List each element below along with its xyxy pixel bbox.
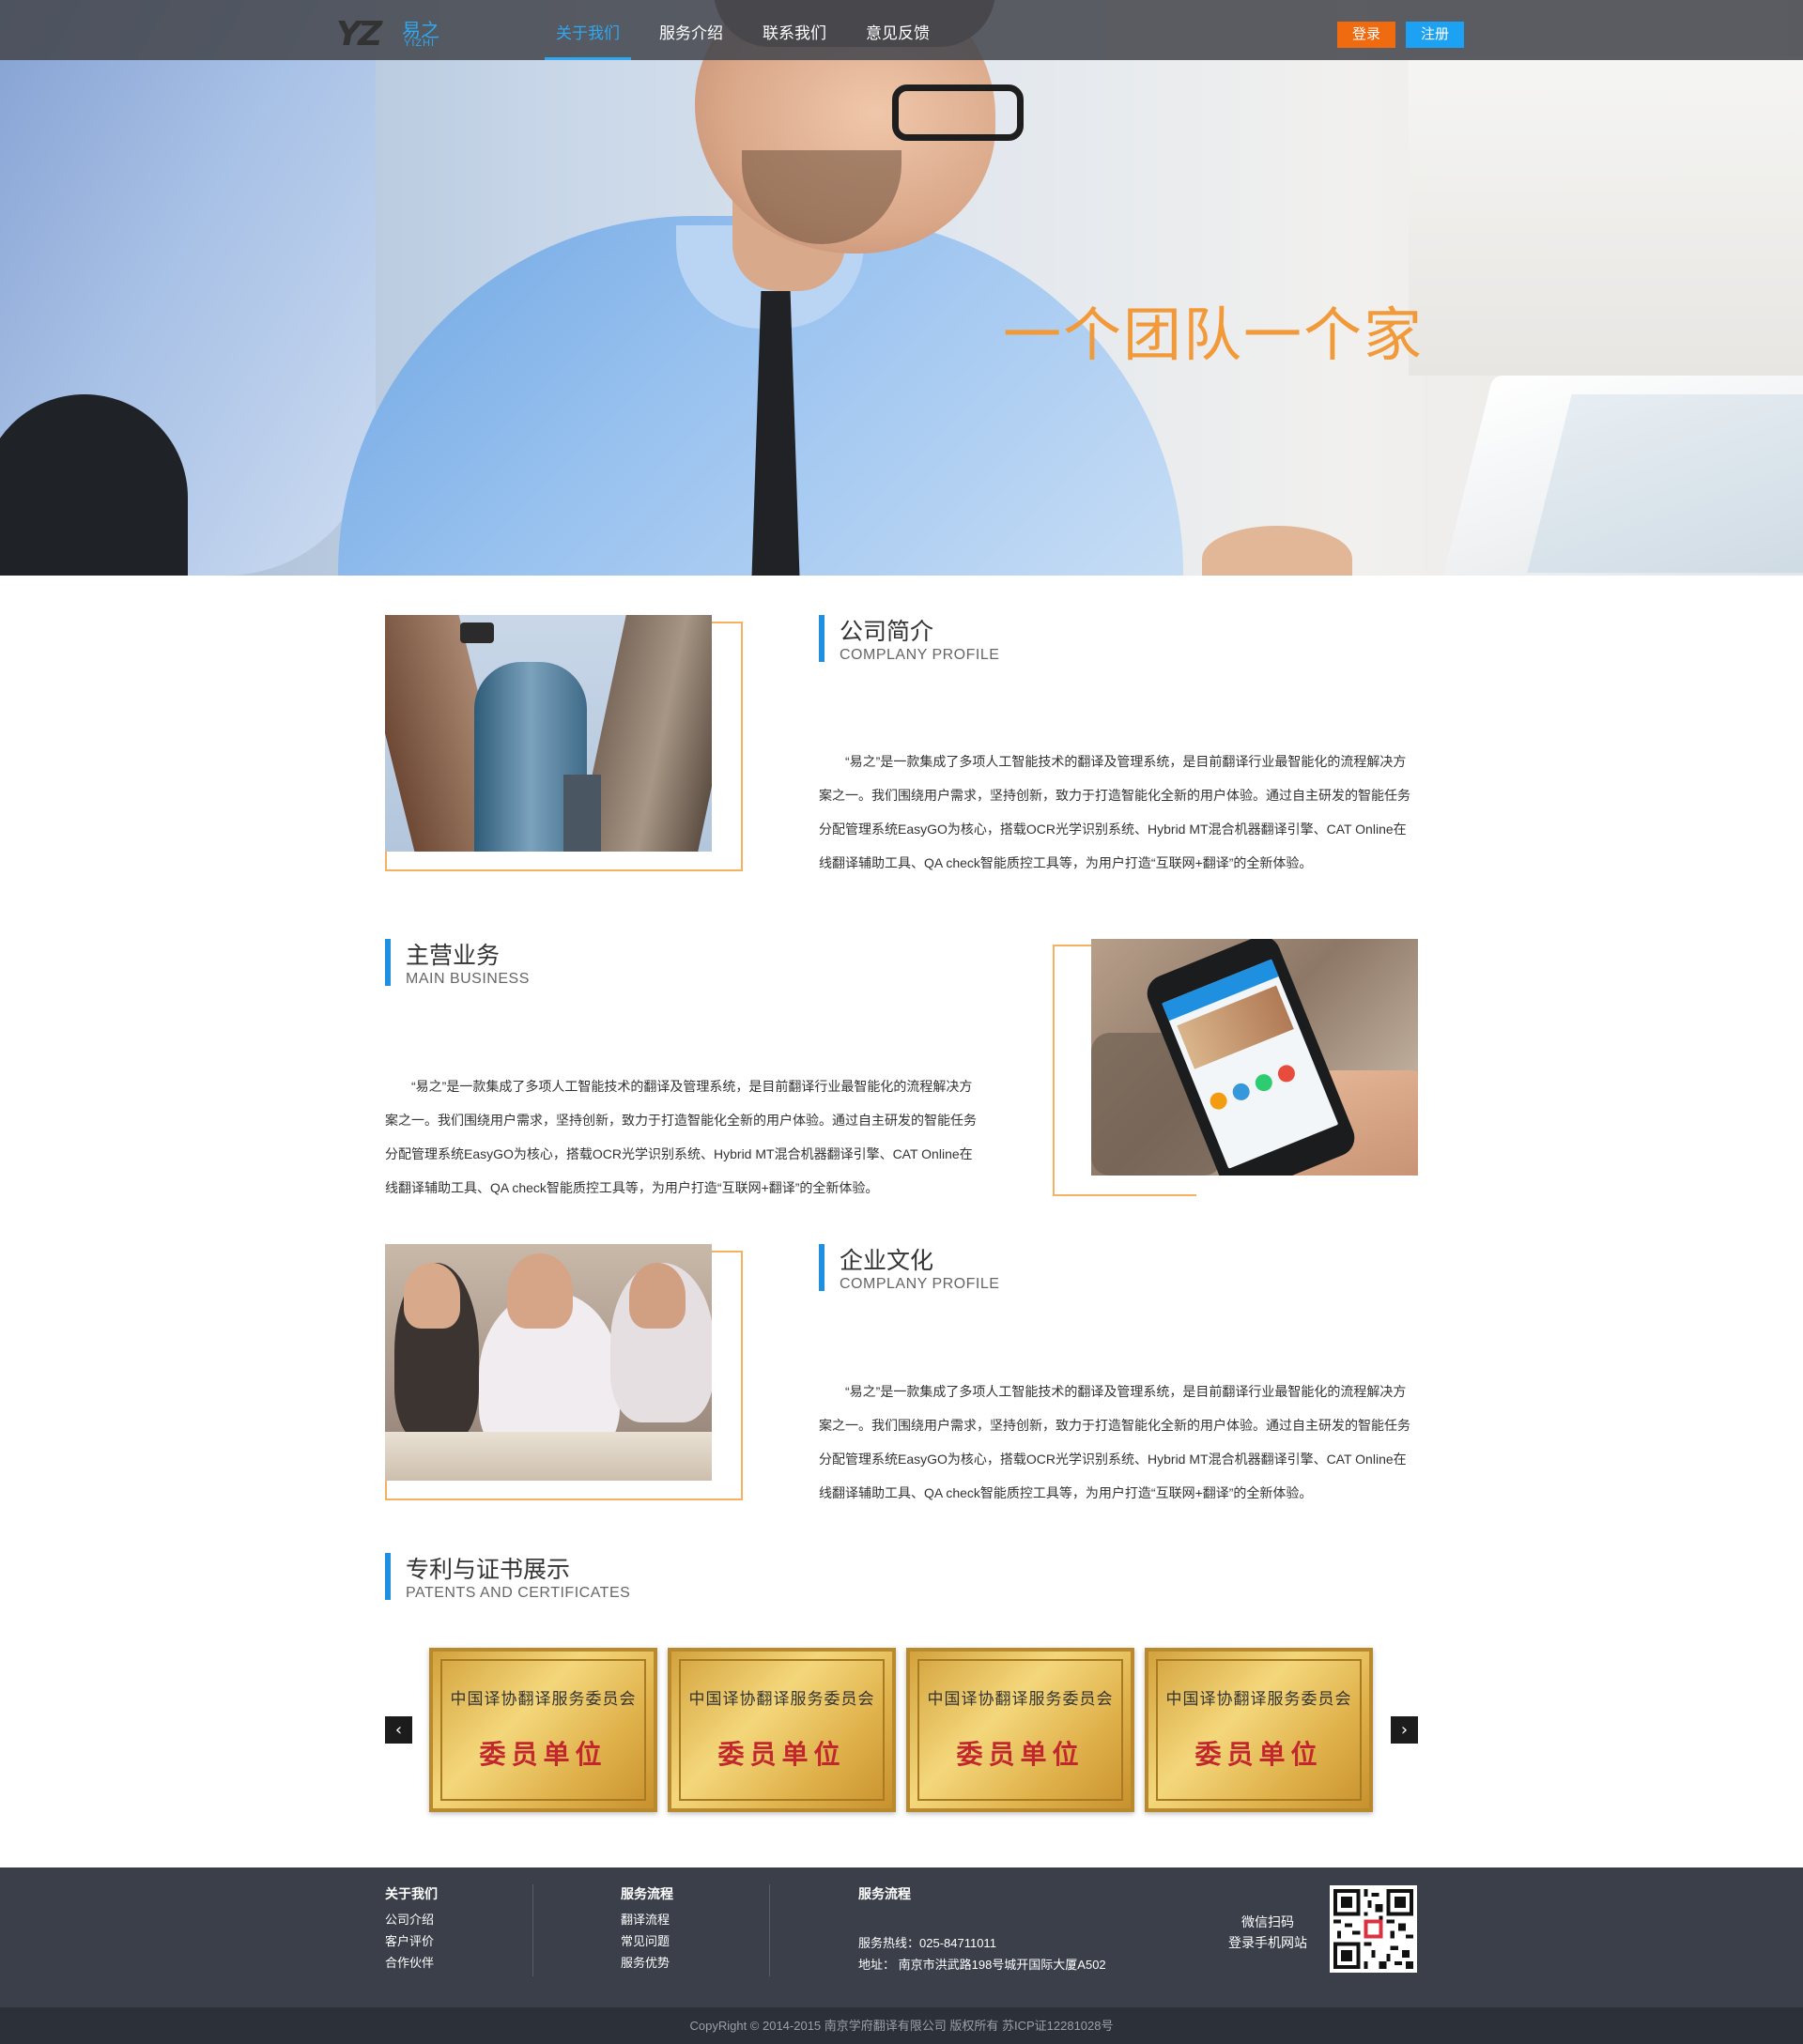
chevron-right-icon: › <box>1400 1720 1409 1740</box>
chevron-left-icon: ‹ <box>394 1720 403 1740</box>
hero-man-glasses <box>892 85 1024 141</box>
profile-body-text: “易之”是一款集成了多项人工智能技术的翻译及管理系统，是目前翻译行业最智能化的流… <box>819 754 1410 870</box>
patents-title-en: PATENTS AND CERTIFICATES <box>406 1585 631 1601</box>
footer-link-reviews[interactable]: 客户评价 <box>385 1930 438 1952</box>
certificate-title: 中国译协翻译服务委员会 <box>688 1690 875 1709</box>
hero-background-wall <box>1409 56 1803 376</box>
footer-hotline: 服务热线：025-84711011 <box>858 1936 996 1950</box>
hero-man-hand <box>1202 526 1352 576</box>
culture-title-cn: 企业文化 <box>840 1247 934 1274</box>
register-button[interactable]: 注册 <box>1406 22 1464 48</box>
business-title-en: MAIN BUSINESS <box>406 971 530 987</box>
nav-item-services[interactable]: 服务介绍 <box>648 0 734 60</box>
logo-english-name: YIZHI <box>404 38 436 49</box>
footer-contact-heading: 服务流程 <box>858 1886 911 1901</box>
site-footer: 关于我们 公司介绍 客户评价 合作伙伴 服务流程 翻译流程 常见问题 服务优势 … <box>0 1867 1803 2007</box>
footer-about-heading: 关于我们 <box>385 1886 438 1901</box>
business-title-cn: 主营业务 <box>406 942 501 969</box>
profile-title-cn: 公司简介 <box>840 618 934 645</box>
profile-title-en: COMPLANY PROFILE <box>840 647 1000 663</box>
certificate-card[interactable]: 中国译协翻译服务委员会 委员单位 <box>906 1648 1134 1812</box>
culture-body-text: “易之”是一款集成了多项人工智能技术的翻译及管理系统，是目前翻译行业最智能化的流… <box>819 1384 1410 1500</box>
footer-link-partners[interactable]: 合作伙伴 <box>385 1952 438 1974</box>
culture-team-photo <box>385 1244 712 1481</box>
wechat-scan-text: 微信扫码 登录手机网站 <box>1221 1912 1315 1953</box>
certificate-subtitle: 委员单位 <box>479 1739 608 1770</box>
qr-code-icon <box>1330 1885 1417 1973</box>
patents-title-cn: 专利与证书展示 <box>406 1556 571 1583</box>
footer-link-translation-process[interactable]: 翻译流程 <box>621 1909 673 1930</box>
nav-item-feedback[interactable]: 意见反馈 <box>855 0 941 60</box>
footer-link-faq[interactable]: 常见问题 <box>621 1930 673 1952</box>
business-phone-photo <box>1091 939 1418 1176</box>
hero-slogan: 一个团队一个家 <box>1003 300 1425 369</box>
copyright-bar: CopyRight © 2014-2015 南京学府翻译有限公司 版权所有 苏I… <box>0 2007 1803 2044</box>
footer-address: 地址： 南京市洪武路198号城开国际大厦A502 <box>858 1958 1106 1972</box>
main-nav: 关于我们 服务介绍 联系我们 意见反馈 <box>545 0 958 60</box>
title-accent-bar <box>385 1553 391 1600</box>
certificate-card[interactable]: 中国译协翻译服务委员会 委员单位 <box>668 1648 896 1812</box>
footer-link-company[interactable]: 公司介绍 <box>385 1909 438 1930</box>
wechat-line-2: 登录手机网站 <box>1228 1935 1307 1950</box>
footer-link-advantages[interactable]: 服务优势 <box>621 1952 673 1974</box>
nav-item-contact[interactable]: 联系我们 <box>751 0 838 60</box>
logo-mark: YZ <box>336 15 382 54</box>
title-accent-bar <box>385 939 391 986</box>
certificate-subtitle: 委员单位 <box>717 1739 846 1770</box>
site-logo[interactable]: YZ 易之 YIZHI <box>336 13 449 54</box>
title-accent-bar <box>819 1244 824 1291</box>
hero-laptop-screen <box>1527 394 1803 573</box>
nav-item-about[interactable]: 关于我们 <box>545 0 631 60</box>
footer-process-heading: 服务流程 <box>621 1886 673 1901</box>
certificate-subtitle: 委员单位 <box>1194 1739 1323 1770</box>
login-button[interactable]: 登录 <box>1337 22 1395 48</box>
certificate-card[interactable]: 中国译协翻译服务委员会 委员单位 <box>429 1648 657 1812</box>
footer-divider <box>532 1884 533 1976</box>
certificate-subtitle: 委员单位 <box>956 1739 1085 1770</box>
footer-process-column: 服务流程 翻译流程 常见问题 服务优势 <box>621 1884 673 1974</box>
certificate-title: 中国译协翻译服务委员会 <box>1165 1690 1352 1709</box>
title-accent-bar <box>819 615 824 662</box>
profile-building-photo <box>385 615 712 852</box>
carousel-next-button[interactable]: › <box>1391 1716 1418 1744</box>
culture-title-en: COMPLANY PROFILE <box>840 1276 1000 1292</box>
footer-divider <box>769 1884 770 1976</box>
top-navigation-bar: YZ 易之 YIZHI 关于我们 服务介绍 联系我们 意见反馈 登录 注册 <box>0 0 1803 60</box>
certificate-title: 中国译协翻译服务委员会 <box>927 1690 1114 1709</box>
footer-contact-column: 服务流程 服务热线：025-84711011 地址： 南京市洪武路198号城开国… <box>858 1884 1106 1972</box>
carousel-prev-button[interactable]: ‹ <box>385 1716 412 1744</box>
certificate-card[interactable]: 中国译协翻译服务委员会 委员单位 <box>1145 1648 1373 1812</box>
certificate-title: 中国译协翻译服务委员会 <box>450 1690 637 1709</box>
footer-about-column: 关于我们 公司介绍 客户评价 合作伙伴 <box>385 1884 438 1974</box>
hero-banner: 一个团队一个家 <box>0 0 1803 576</box>
business-body-text: “易之”是一款集成了多项人工智能技术的翻译及管理系统，是目前翻译行业最智能化的流… <box>385 1079 977 1195</box>
wechat-line-1: 微信扫码 <box>1241 1914 1294 1929</box>
